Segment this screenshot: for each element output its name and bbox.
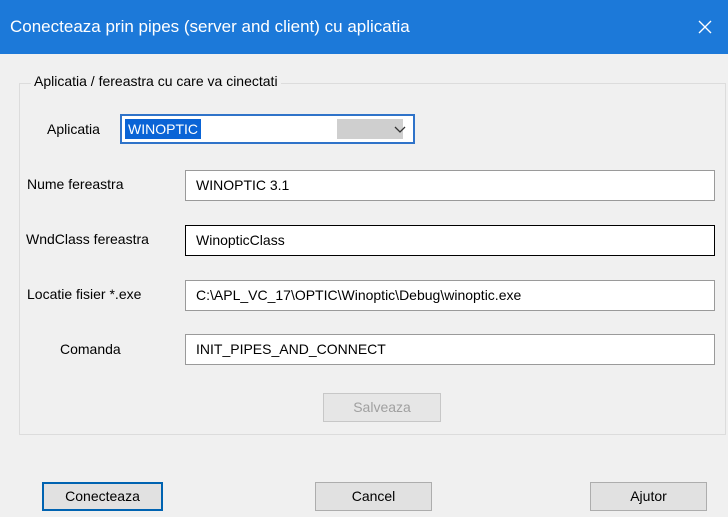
salveaza-button[interactable]: Salveaza xyxy=(323,393,441,422)
chevron-down-icon[interactable] xyxy=(393,122,407,136)
close-button[interactable] xyxy=(682,0,728,54)
locatie-field[interactable]: C:\APL_VC_17\OPTIC\Winoptic\Debug\winopt… xyxy=(185,280,715,311)
aplicatia-combobox[interactable]: WINOPTIC xyxy=(120,114,415,144)
cancel-button[interactable]: Cancel xyxy=(315,482,432,511)
conecteaza-button[interactable]: Conecteaza xyxy=(42,482,163,511)
groupbox-legend: Aplicatia / fereastra cu care va cinecta… xyxy=(31,73,281,89)
aplicatia-selected-value: WINOPTIC xyxy=(125,119,201,139)
wndclass-field[interactable]: WinopticClass xyxy=(185,225,715,256)
close-icon xyxy=(698,20,712,34)
comanda-field[interactable]: INIT_PIPES_AND_CONNECT xyxy=(185,334,715,365)
ajutor-button[interactable]: Ajutor xyxy=(590,482,707,511)
locatie-label: Locatie fisier *.exe xyxy=(27,286,142,302)
wndclass-label: WndClass fereastra xyxy=(26,231,149,247)
nume-fereastra-field[interactable]: WINOPTIC 3.1 xyxy=(185,170,715,201)
window-title: Conecteaza prin pipes (server and client… xyxy=(10,17,410,36)
title-bar: Conecteaza prin pipes (server and client… xyxy=(0,0,728,54)
aplicatia-label: Aplicatia xyxy=(47,121,100,137)
nume-fereastra-label: Nume fereastra xyxy=(27,176,124,192)
comanda-label: Comanda xyxy=(60,341,121,357)
